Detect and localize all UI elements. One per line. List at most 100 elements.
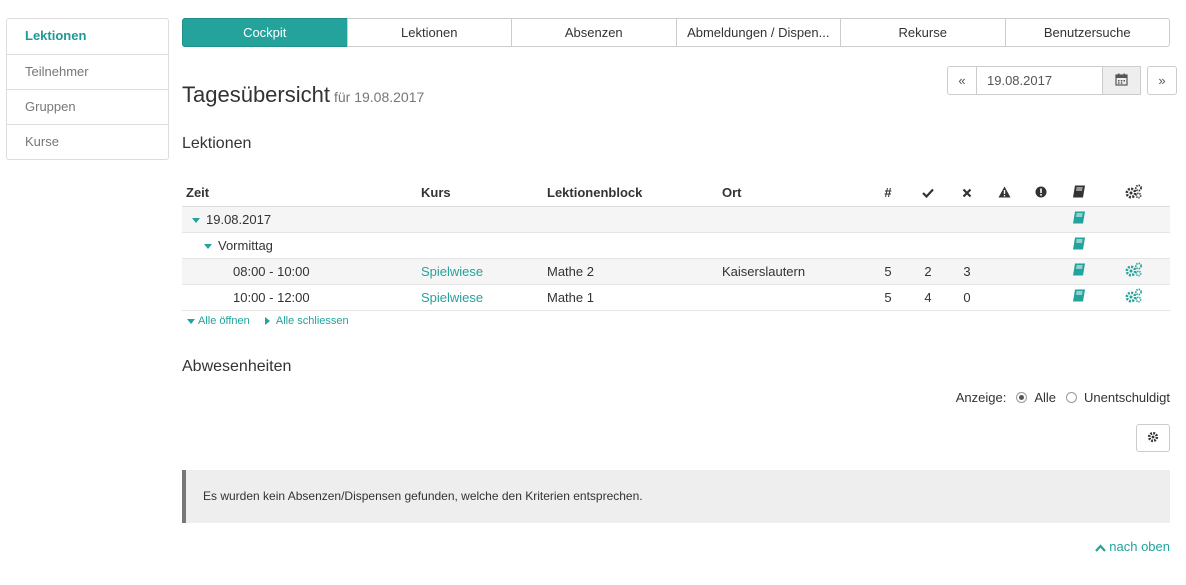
- part-empty-cell: [1098, 232, 1170, 259]
- cell-warning: [986, 258, 1022, 285]
- book-icon[interactable]: [1072, 237, 1086, 253]
- cell-count: 5: [868, 258, 908, 285]
- cell-book[interactable]: [1060, 258, 1098, 285]
- col-info: [1022, 180, 1060, 207]
- cell-info: [1022, 284, 1060, 311]
- tab-benutzersuche[interactable]: Benutzersuche: [1004, 18, 1170, 47]
- close-all-link[interactable]: Alle schliessen: [264, 315, 355, 327]
- caret-down-icon: [192, 217, 200, 223]
- sidebar-item-kurse[interactable]: Kurse: [7, 124, 168, 159]
- anzeige-filter: Anzeige: Alle Unentschuldigt: [956, 390, 1170, 405]
- tab-rekurse[interactable]: Rekurse: [840, 18, 1006, 47]
- table-row: 10:00 - 12:00 Spielwiese Mathe 1 5 4 0: [182, 284, 1170, 311]
- cogs-icon[interactable]: [1125, 262, 1143, 280]
- group-row-date[interactable]: 19.08.2017: [182, 206, 1170, 233]
- page-title-text: Tagesübersicht: [182, 82, 330, 107]
- page-title: Tagesübersicht für 19.08.2017: [182, 82, 424, 108]
- open-all-link[interactable]: Alle öffnen: [187, 315, 256, 327]
- cell-present: 2: [908, 258, 948, 285]
- tab-cockpit[interactable]: Cockpit: [182, 18, 348, 47]
- cell-absent: 3: [948, 258, 986, 285]
- book-icon: [1072, 185, 1086, 201]
- table-settings-button[interactable]: [1136, 424, 1170, 452]
- radio-unentschuldigt[interactable]: [1066, 392, 1077, 403]
- cell-book[interactable]: [1060, 284, 1098, 311]
- check-icon: [922, 186, 934, 201]
- close-all-label: Alle schliessen: [275, 315, 349, 327]
- tab-absenzen[interactable]: Absenzen: [511, 18, 677, 47]
- open-all-label: Alle öffnen: [198, 315, 250, 327]
- lektionen-heading: Lektionen: [182, 135, 252, 152]
- sidebar-nav: Lektionen Teilnehmer Gruppen Kurse: [6, 18, 169, 160]
- cell-ort: [718, 284, 868, 311]
- zeit-text: 08:00 - 10:00: [233, 263, 310, 279]
- cell-info: [1022, 258, 1060, 285]
- radio-unentschuldigt-label[interactable]: Unentschuldigt: [1084, 390, 1170, 405]
- book-icon[interactable]: [1072, 289, 1086, 305]
- page-subtitle: für 19.08.2017: [333, 89, 425, 105]
- tree-controls: Alle öffnen Alle schliessen: [187, 315, 361, 327]
- group-part-label: Vormittag: [218, 237, 273, 253]
- calendar-icon: [1115, 73, 1128, 89]
- cell-block: Mathe 2: [543, 258, 718, 285]
- tab-lektionen[interactable]: Lektionen: [346, 18, 512, 47]
- tab-abmeldungen[interactable]: Abmeldungen / Dispen...: [675, 18, 841, 47]
- group-row-part[interactable]: Vormittag: [182, 232, 1170, 259]
- cell-ort: Kaiserslautern: [718, 258, 868, 285]
- abwesenheiten-heading: Abwesenheiten: [182, 358, 292, 375]
- cell-block: Mathe 1: [543, 284, 718, 311]
- caret-down-icon: [187, 318, 195, 324]
- book-icon[interactable]: [1072, 263, 1086, 279]
- col-actions: [1098, 180, 1170, 207]
- col-ort: Ort: [718, 180, 868, 207]
- back-to-top-link[interactable]: nach oben: [1094, 539, 1170, 555]
- col-warning: [986, 180, 1022, 207]
- calendar-button[interactable]: [1103, 66, 1141, 95]
- group-part-cell[interactable]: Vormittag: [182, 232, 1060, 259]
- table-row: 08:00 - 10:00 Spielwiese Mathe 2 Kaisers…: [182, 258, 1170, 285]
- cogs-icon[interactable]: [1125, 288, 1143, 306]
- cell-absent: 0: [948, 284, 986, 311]
- empty-state-message: Es wurden kein Absenzen/Dispensen gefund…: [182, 470, 1170, 523]
- cell-warning: [986, 284, 1022, 311]
- kurs-link[interactable]: Spielwiese: [421, 290, 483, 305]
- cell-actions[interactable]: [1098, 284, 1170, 311]
- part-book-cell[interactable]: [1060, 232, 1098, 259]
- previous-day-button[interactable]: «: [947, 66, 977, 95]
- cell-count: 5: [868, 284, 908, 311]
- cell-zeit: 10:00 - 12:00: [182, 284, 417, 311]
- next-day-button[interactable]: »: [1147, 66, 1177, 95]
- col-book: [1060, 180, 1098, 207]
- cell-actions[interactable]: [1098, 258, 1170, 285]
- cell-zeit: 08:00 - 10:00: [182, 258, 417, 285]
- back-to-top-label: nach oben: [1109, 539, 1170, 554]
- warning-icon: [998, 186, 1011, 201]
- date-input[interactable]: 19.08.2017: [977, 66, 1103, 95]
- col-present: [908, 180, 948, 207]
- col-lektionenblock: Lektionenblock: [543, 180, 718, 207]
- kurs-link[interactable]: Spielwiese: [421, 264, 483, 279]
- caret-down-icon: [204, 243, 212, 249]
- times-icon: [962, 186, 972, 201]
- group-book-cell[interactable]: [1060, 206, 1098, 233]
- cell-kurs[interactable]: Spielwiese: [417, 284, 543, 311]
- cogs-icon: [1125, 184, 1143, 202]
- zeit-text: 10:00 - 12:00: [233, 289, 310, 305]
- group-date-cell[interactable]: 19.08.2017: [182, 206, 1060, 233]
- table-header-row: Zeit Kurs Lektionenblock Ort #: [182, 180, 1170, 207]
- radio-alle-label[interactable]: Alle: [1034, 390, 1056, 405]
- group-empty-cell: [1098, 206, 1170, 233]
- lektionen-table: Zeit Kurs Lektionenblock Ort # 19.08.201…: [182, 180, 1170, 311]
- sidebar-item-teilnehmer[interactable]: Teilnehmer: [7, 54, 168, 89]
- filter-label: Anzeige:: [955, 390, 1007, 405]
- date-navigation: « 19.08.2017 »: [947, 66, 1177, 95]
- sidebar-item-gruppen[interactable]: Gruppen: [7, 89, 168, 124]
- book-icon[interactable]: [1072, 211, 1086, 227]
- group-date-label: 19.08.2017: [206, 211, 272, 227]
- sidebar-item-lektionen[interactable]: Lektionen: [7, 19, 168, 54]
- radio-alle[interactable]: [1016, 392, 1028, 403]
- cell-kurs[interactable]: Spielwiese: [417, 258, 543, 285]
- chevron-up-icon: [1094, 540, 1106, 555]
- col-absent: [948, 180, 986, 207]
- main-tabs: Cockpit Lektionen Absenzen Abmeldungen /…: [182, 18, 1170, 47]
